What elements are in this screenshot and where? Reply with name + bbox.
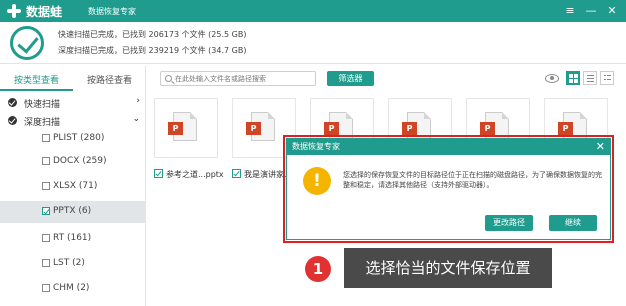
search-icon — [165, 75, 172, 82]
quick-scan-status: 快速扫描已完成，已找到 206173 个文件 (25.5 GB) — [58, 30, 247, 39]
detail-view-icon[interactable] — [600, 71, 614, 85]
chevron-down-icon: ⌄ — [132, 114, 140, 124]
scan-summary: 快速扫描已完成，已找到 206173 个文件 (25.5 GB) 深度扫描已完成… — [0, 22, 626, 64]
filetype-docx[interactable]: DOCX (259) — [0, 151, 146, 173]
checkbox[interactable] — [42, 234, 50, 242]
app-window: 数据蛙 数据恢复专家 ≡ — ✕ 快速扫描已完成，已找到 206173 个文件 … — [0, 0, 626, 306]
scan-complete-check-icon — [10, 26, 44, 60]
minus-icon[interactable]: — — [583, 3, 599, 19]
dialog-message: 您选择的保存恢复文件的目标路径位于正在扫描的磁盘路径，为了确保数据恢复的完整和稳… — [343, 171, 602, 189]
warning-icon: ! — [303, 167, 331, 195]
checkbox-checked[interactable] — [42, 207, 50, 215]
checkbox[interactable] — [42, 284, 50, 292]
dialog-title: 数据恢复专家 ✕ — [287, 139, 610, 155]
search-input[interactable] — [175, 73, 313, 84]
tree-item-label: 快速扫描 — [24, 100, 61, 110]
search-box[interactable] — [160, 71, 316, 86]
logo-plus-icon — [6, 3, 22, 19]
tree-item-quick-scan[interactable]: 快速扫描 › — [0, 94, 146, 112]
checkbox[interactable] — [42, 157, 50, 165]
tab-by-type[interactable]: 按类型查看 — [0, 73, 73, 91]
app-name: 数据蛙 — [26, 5, 63, 19]
filetype-label: DOCX (259) — [53, 156, 107, 166]
list-view-icon[interactable] — [583, 71, 597, 85]
title-bar: 数据蛙 数据恢复专家 ≡ — ✕ — [0, 0, 626, 22]
continue-button[interactable]: 继续 — [549, 215, 597, 231]
filter-button[interactable]: 筛选器 — [327, 71, 374, 86]
file-checkbox[interactable] — [154, 169, 163, 178]
filetype-label: PPTX (6) — [53, 206, 92, 216]
filetype-plist[interactable]: PLIST (280) — [0, 128, 146, 150]
filetype-label: XLSX (71) — [53, 181, 98, 191]
filetype-chm[interactable]: CHM (2) — [0, 278, 146, 300]
eye-icon[interactable] — [545, 74, 559, 83]
deep-scan-status: 深度扫描已完成，已找到 239219 个文件 (34.7 GB) — [58, 46, 247, 55]
filetype-label: RT (161) — [53, 233, 92, 243]
warning-dialog: 数据恢复专家 ✕ ! 您选择的保存恢复文件的目标路径位于正在扫描的磁盘路径，为了… — [286, 138, 611, 240]
sidebar: 按类型查看 按路径查看 快速扫描 › 深度扫描 ⌄ PLIST (280) DO… — [0, 66, 146, 306]
powerpoint-file-icon: P — [246, 112, 275, 141]
window-subtitle: 数据恢复专家 — [88, 7, 136, 16]
chevron-right-icon: › — [136, 96, 140, 106]
checked-circle-icon — [8, 116, 17, 125]
dialog-title-text: 数据恢复专家 — [292, 142, 340, 151]
filetype-rt[interactable]: RT (161) — [0, 228, 146, 250]
checkbox[interactable] — [42, 182, 50, 190]
filetype-label: PLIST (280) — [53, 133, 105, 143]
filetype-xlsx[interactable]: XLSX (71) — [0, 176, 146, 198]
checkbox[interactable] — [42, 259, 50, 267]
tree-item-label: 深度扫描 — [24, 118, 61, 128]
grid-view-icon[interactable] — [566, 71, 580, 85]
close-icon[interactable]: ✕ — [604, 3, 620, 19]
filetype-pptx[interactable]: PPTX (6) — [0, 201, 146, 223]
hamburger-icon[interactable]: ≡ — [562, 3, 578, 19]
file-name: 参考之道...pptx — [166, 170, 224, 179]
powerpoint-file-icon: P — [168, 112, 197, 141]
filetype-label: LST (2) — [53, 258, 85, 268]
change-path-button[interactable]: 更改路径 — [485, 215, 533, 231]
checked-circle-icon — [8, 98, 17, 107]
step-number-badge: 1 — [305, 256, 331, 282]
filetype-label: CHM (2) — [53, 283, 90, 293]
filetype-lst[interactable]: LST (2) — [0, 253, 146, 275]
close-icon[interactable]: ✕ — [596, 139, 605, 155]
checkbox[interactable] — [42, 134, 50, 142]
tab-by-path[interactable]: 按路径查看 — [73, 73, 146, 89]
file-checkbox[interactable] — [232, 169, 241, 178]
file-thumbnail[interactable]: P — [154, 98, 218, 158]
step-caption: 选择恰当的文件保存位置 — [344, 248, 552, 288]
